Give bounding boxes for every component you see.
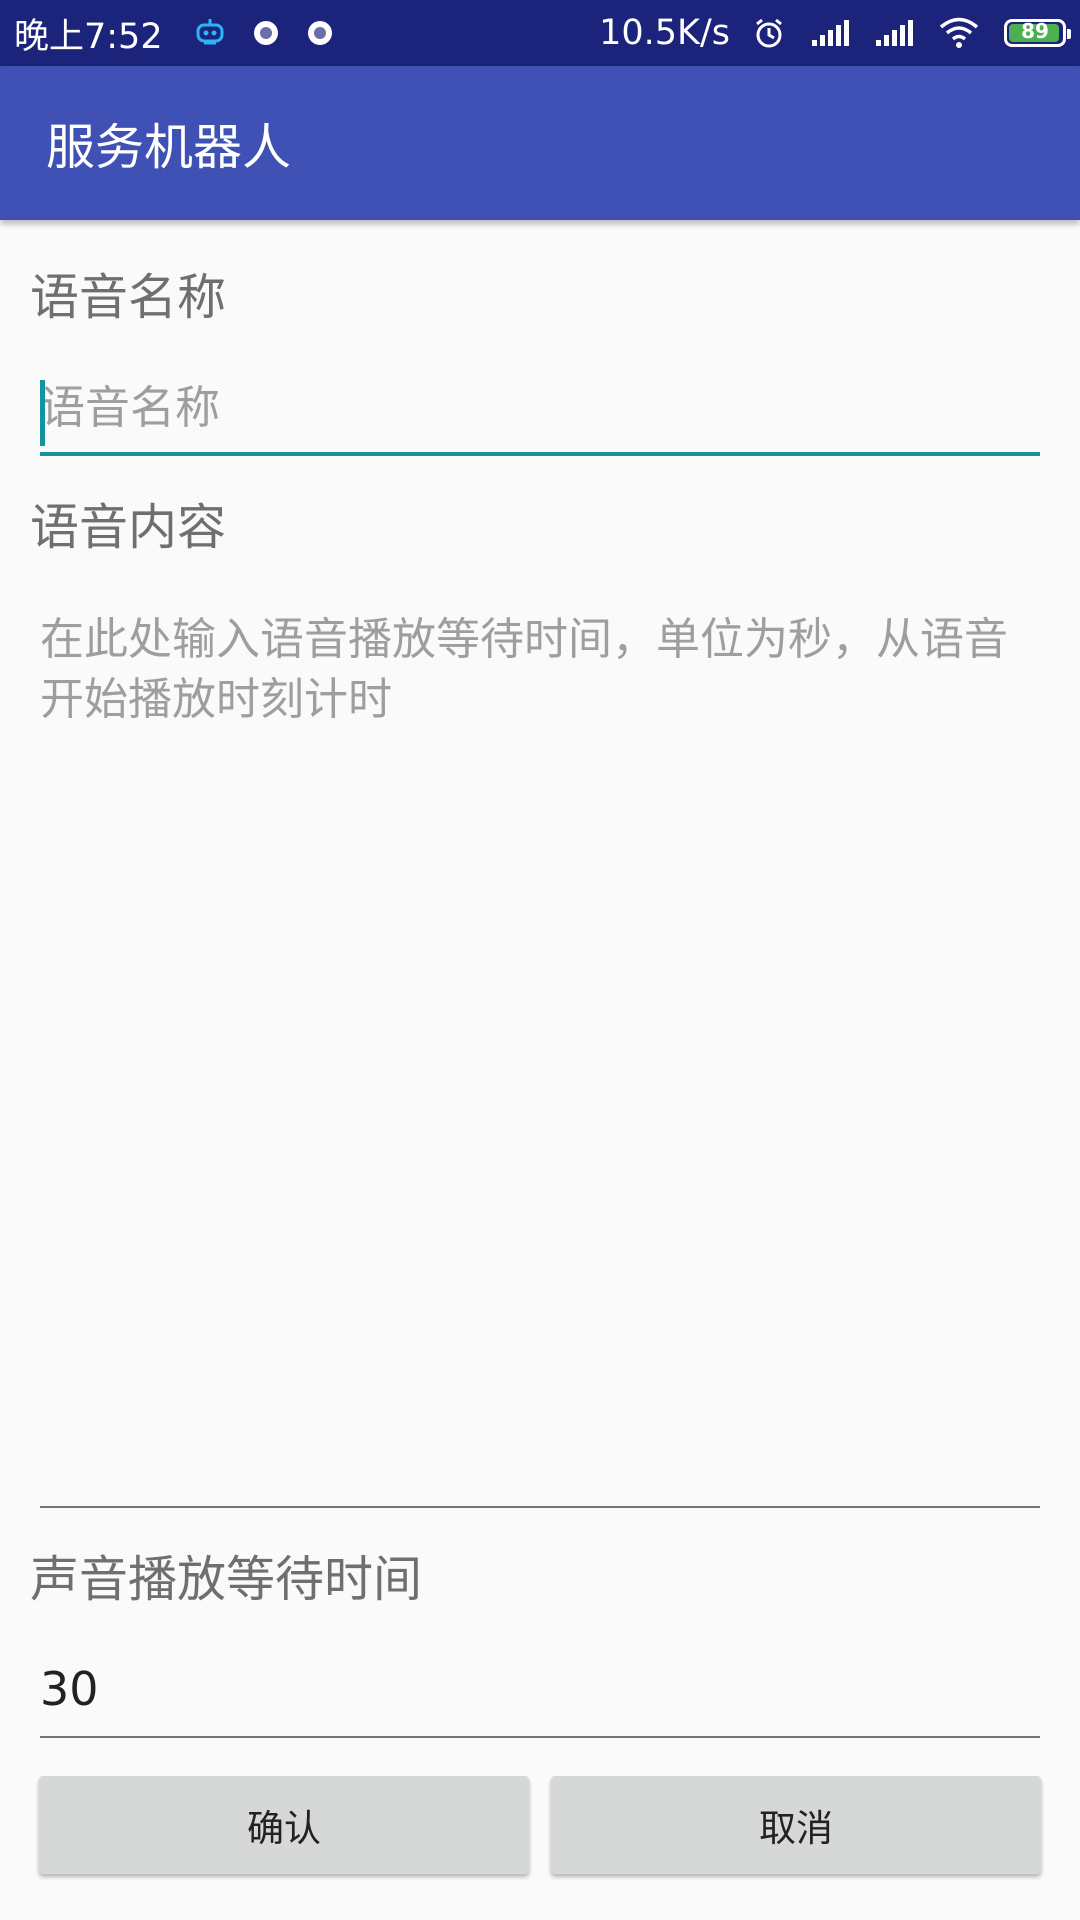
confirm-button[interactable]: 确认 [39, 1776, 529, 1874]
app-bar: 服务机器人 [0, 66, 1080, 220]
voice-name-input[interactable] [40, 370, 1040, 456]
alarm-icon [752, 16, 786, 50]
voice-name-label: 语音名称 [30, 269, 227, 326]
battery-icon: 89 [1004, 19, 1071, 47]
signal-icon [810, 18, 850, 48]
wifi-icon [938, 16, 980, 50]
wait-time-label: 声音播放等待时间 [30, 1551, 423, 1608]
status-bar-right: 10.5K/s 89 [599, 13, 1071, 53]
status-bar: 晚上7:52 10.5K/s 89 [0, 0, 1080, 66]
status-bar-left: 晚上7:52 [14, 8, 347, 59]
voice-content-label: 语音内容 [30, 499, 227, 556]
record-icon [251, 18, 281, 48]
robot-icon [193, 16, 227, 50]
voice-content-input[interactable] [40, 610, 1040, 1508]
status-time: 晚上7:52 [14, 16, 163, 57]
text-cursor [40, 380, 45, 446]
wait-time-input[interactable] [40, 1650, 1040, 1738]
signal-icon [874, 18, 914, 48]
battery-level: 89 [1021, 19, 1049, 43]
record-icon [305, 18, 335, 48]
cancel-button[interactable]: 取消 [551, 1776, 1041, 1874]
network-speed: 10.5K/s [599, 13, 730, 53]
battery-tip [1067, 29, 1071, 39]
app-title: 服务机器人 [46, 118, 292, 176]
